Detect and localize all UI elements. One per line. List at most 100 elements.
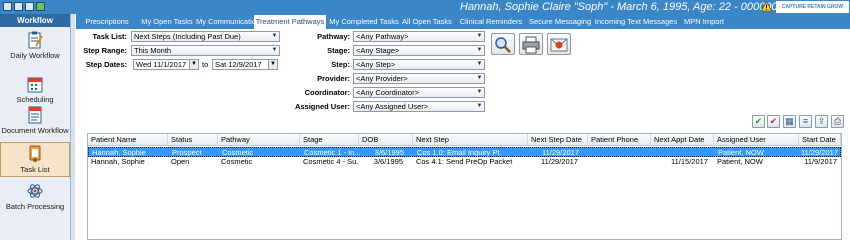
pathway-label: Pathway: [317, 32, 350, 41]
print-grid-button[interactable]: ⎙ [831, 115, 844, 128]
sidebar-item-label: Scheduling [16, 95, 54, 104]
complete-button[interactable]: ✔ [767, 115, 780, 128]
app-menu-icon[interactable] [3, 2, 12, 11]
tab-clinical-reminders[interactable]: Clinical Reminders [454, 14, 528, 29]
table-row[interactable]: Hannah, Sophie Prospect Cosmetic Cosmeti… [88, 147, 841, 157]
column-header[interactable]: Assigned User [714, 134, 799, 146]
stage-label: Stage: [327, 46, 350, 55]
cell-pathway: Cosmetic [221, 157, 253, 166]
document-icon [28, 106, 42, 124]
tab-prescriptions[interactable]: Prescriptions [78, 14, 136, 29]
export-button[interactable]: ⇪ [815, 115, 828, 128]
title-bar: Hannah, Sophie Claire "Soph" - March 6, … [0, 0, 850, 14]
grid-icon[interactable] [25, 2, 34, 11]
column-header[interactable]: Status [168, 134, 218, 146]
column-header[interactable]: DOB [359, 134, 413, 146]
patient-title: Hannah, Sophie Claire "Soph" - March 6, … [460, 1, 796, 13]
sidebar-item-task-list[interactable]: Task List [0, 142, 70, 177]
table-row[interactable]: Hannah, Sophie Open Cosmetic Cosmetic 4 … [88, 157, 841, 167]
chevron-down-icon: ▼ [476, 75, 483, 81]
tab-incoming-text-messages[interactable]: Incoming Text Messages [593, 14, 679, 29]
grid-settings-button[interactable]: ▦ [783, 115, 796, 128]
tab-secure-messaging[interactable]: Secure Messaging [529, 14, 591, 29]
column-header[interactable]: Next Step Date [528, 134, 588, 146]
warning-triangle-icon[interactable] [761, 1, 772, 12]
tab-all-open-tasks[interactable]: All Open Tasks [402, 14, 452, 29]
task-list-label: Task List: [92, 32, 127, 41]
step-date-from-field[interactable]: Wed 11/1/2017 ▼ [133, 59, 199, 70]
cell-next-appt-date: 11/15/2017 [671, 157, 708, 166]
chevron-down-icon[interactable]: ▼ [268, 60, 277, 69]
sidebar-item-daily-workflow[interactable]: Daily Workflow [0, 31, 70, 60]
sidebar-item-label: Batch Processing [5, 202, 65, 211]
task-list-select[interactable]: Next Steps (Including Past Due) ▼ [131, 31, 280, 42]
stage-select[interactable]: <Any Stage> ▼ [353, 45, 485, 56]
column-header[interactable]: Next Appt Date [651, 134, 714, 146]
provider-select[interactable]: <Any Provider> ▼ [353, 73, 485, 84]
tab-mpn-import[interactable]: MPN Import [679, 14, 729, 29]
grid-header: Patient Name Status Pathway Stage DOB Ne… [88, 134, 841, 146]
column-header[interactable]: Next Step [413, 134, 528, 146]
tab-my-open-tasks[interactable]: My Open Tasks [138, 14, 196, 29]
tab-my-communications[interactable]: My Communications [196, 14, 264, 29]
chevron-down-icon[interactable]: ▼ [189, 60, 198, 69]
sidebar-header: Workflow [0, 14, 70, 27]
sidebar-item-scheduling[interactable]: Scheduling [0, 75, 70, 104]
email-icon [550, 38, 568, 52]
pathway-task-grid: Patient Name Status Pathway Stage DOB Ne… [87, 133, 842, 240]
approve-button[interactable]: ✔ [752, 115, 765, 128]
pathway-select[interactable]: <Any Pathway> ▼ [353, 31, 485, 42]
chevron-down-icon: ▼ [476, 89, 483, 95]
column-header[interactable]: Start Date [799, 134, 841, 146]
column-header[interactable]: Stage [300, 134, 359, 146]
workflow-sidebar: Workflow Daily Workflow Scheduling Docum… [0, 14, 71, 240]
email-button[interactable] [547, 33, 571, 55]
tab-treatment-pathways[interactable]: Treatment Pathways [254, 15, 326, 29]
print-small-icon: ⎙ [833, 116, 842, 126]
provider-label: Provider: [317, 74, 350, 83]
sidebar-item-label: Document Workflow [1, 126, 69, 135]
coordinator-select[interactable]: <Any Coordinator> ▼ [353, 87, 485, 98]
grid-settings-icon: ▦ [785, 116, 794, 126]
step-date-to-field[interactable]: Sat 12/9/2017 ▼ [212, 59, 278, 70]
sidebar-splitter[interactable] [71, 14, 75, 240]
chevron-down-icon: ▼ [476, 103, 483, 109]
search-button[interactable] [491, 33, 515, 55]
step-dates-label: Step Dates: [85, 60, 127, 69]
step-range-label: Step Range: [83, 46, 127, 55]
step-select[interactable]: <Any Step> ▼ [353, 59, 485, 70]
step-label: Step: [331, 60, 350, 69]
chevron-down-icon: ▼ [476, 61, 483, 67]
tab-bar: Prescriptions My Open Tasks My Communica… [76, 14, 850, 29]
lines-button[interactable]: ≡ [799, 115, 812, 128]
sidebar-item-label: Daily Workflow [10, 51, 60, 60]
chevron-down-icon: ▼ [271, 47, 278, 53]
tab-my-completed-tasks[interactable]: My Completed Tasks [328, 14, 400, 29]
task-list-icon [29, 145, 41, 162]
filter-panel: Task List: Next Steps (Including Past Du… [76, 29, 850, 133]
coordinator-label: Coordinator: [304, 88, 350, 97]
column-header[interactable]: Pathway [218, 134, 300, 146]
cell-patient-phone [588, 157, 651, 167]
brand-logo: CAPTURE RETAIN GROW [776, 1, 849, 13]
save-icon[interactable] [36, 2, 45, 11]
assigned-user-select[interactable]: <Any Assigned User> ▼ [353, 101, 485, 112]
assigned-user-label: Assigned User: [294, 102, 350, 111]
printer-icon [522, 36, 540, 54]
cell-start-date: 11/9/2017 [804, 157, 837, 166]
cell-next-step-date: 11/29/2017 [541, 157, 578, 166]
cell-stage: Cosmetic 4 - Su... [303, 157, 359, 166]
sidebar-item-document-workflow[interactable]: Document Workflow [0, 106, 70, 135]
calendar-icon [27, 77, 43, 93]
column-header[interactable]: Patient Phone [588, 134, 651, 146]
step-range-select[interactable]: This Month ▼ [131, 45, 280, 56]
cell-status: Open [171, 157, 190, 166]
sidebar-item-label: Task List [20, 165, 50, 174]
sidebar-item-batch-processing[interactable]: Batch Processing [0, 182, 70, 211]
print-button[interactable] [519, 33, 543, 55]
column-header[interactable]: Patient Name [88, 134, 168, 146]
clipboard-pencil-icon [28, 31, 43, 49]
cell-dob: 3/6/1995 [373, 157, 403, 166]
red-check-icon: ✔ [769, 116, 778, 126]
list-icon[interactable] [14, 2, 23, 11]
